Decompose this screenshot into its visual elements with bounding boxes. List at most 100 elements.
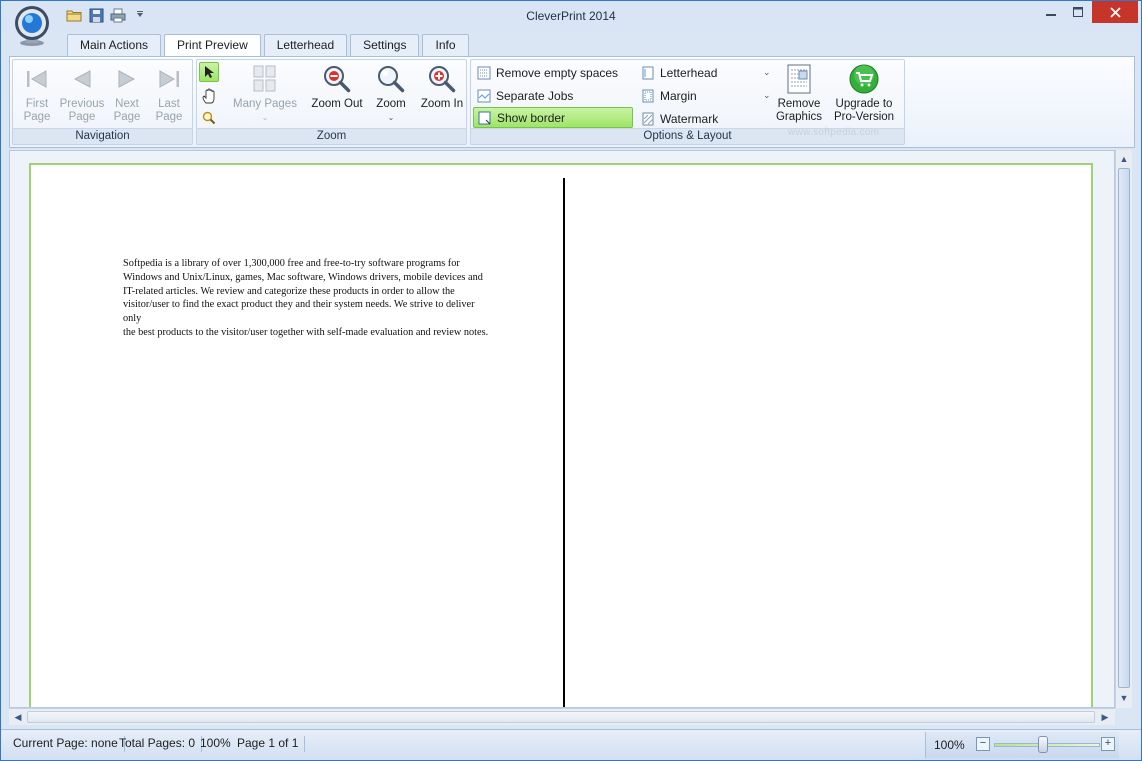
horizontal-scroll-thumb[interactable] [27, 711, 1095, 723]
hand-pan-icon[interactable] [200, 87, 218, 105]
zoom-group: Many Pages ⌄ Zoom Out Zoom ⌄ Zoom In Zoo… [196, 59, 467, 145]
status-zoom: 100% [200, 736, 231, 750]
upgrade-label-1: Upgrade to [835, 98, 893, 110]
horizontal-scrollbar[interactable]: ◀ ▶ [9, 708, 1115, 725]
document-line: visitor/user to find the exact product t… [123, 299, 475, 325]
tab-settings[interactable]: Settings [350, 34, 420, 56]
previous-page-label-1: Previous [59, 98, 105, 110]
zoom-in-label: Zoom In [420, 98, 464, 110]
zoom-plus-button[interactable]: + [1101, 737, 1115, 751]
last-page-button[interactable]: Last Page [149, 63, 189, 124]
remove-empty-spaces-icon [477, 66, 491, 79]
remove-empty-spaces-button[interactable]: Remove empty spaces [473, 62, 631, 83]
zoom-out-button[interactable]: Zoom Out [309, 63, 365, 111]
first-page-button[interactable]: First Page [17, 63, 57, 124]
zoom-chevron-down-icon: ⌄ [387, 113, 395, 122]
ribbon-tabs: Main Actions Print Preview Letterhead Se… [67, 34, 469, 57]
preview-page: Softpedia is a library of over 1,300,000… [29, 163, 1093, 707]
first-page-icon [17, 63, 57, 95]
zoom-slider-thumb[interactable] [1038, 736, 1048, 753]
zoom-out-icon [309, 63, 365, 95]
last-page-label-1: Last [158, 98, 180, 110]
letterhead-label: Letterhead [660, 65, 718, 80]
tab-letterhead[interactable]: Letterhead [263, 34, 348, 56]
document-line: the best products to the visitor/user to… [123, 326, 489, 338]
preview-area[interactable]: Softpedia is a library of over 1,300,000… [9, 150, 1115, 708]
document-line: Windows and Unix/Linux, games, Mac softw… [123, 271, 483, 283]
scroll-down-icon[interactable]: ▼ [1116, 690, 1132, 706]
magnifier-tool-icon[interactable] [200, 110, 218, 126]
vertical-scrollbar[interactable]: ▲ ▼ [1115, 150, 1132, 708]
minimize-button[interactable] [1037, 1, 1065, 23]
upgrade-pro-button[interactable]: Upgrade to Pro-Version [829, 63, 899, 124]
last-page-icon [149, 63, 189, 95]
shopping-cart-icon [829, 63, 899, 95]
scroll-right-icon[interactable]: ▶ [1097, 709, 1113, 725]
last-page-label-2: Page [155, 111, 183, 123]
show-border-icon [478, 111, 491, 124]
app-menu-button[interactable] [12, 5, 52, 47]
letterhead-icon [642, 66, 654, 79]
margin-label: Margin [660, 88, 697, 103]
upgrade-label-2: Pro-Version [833, 111, 895, 123]
remove-graphics-icon [775, 63, 823, 95]
remove-graphics-label-1: Remove [777, 98, 821, 110]
letterhead-dropdown[interactable]: Letterhead [637, 62, 775, 83]
zoom-minus-button[interactable]: − [976, 737, 990, 751]
title-bar: CleverPrint 2014 [1, 1, 1141, 32]
close-button[interactable] [1092, 1, 1138, 23]
navigation-group: First Page Previous Page Next Page Last Page [12, 59, 193, 145]
maximize-button[interactable] [1065, 1, 1091, 23]
watermark-icon [642, 112, 654, 125]
many-pages-button[interactable]: Many Pages ⌄ [227, 63, 303, 124]
status-total-pages: Total Pages: 0 [119, 736, 203, 752]
previous-page-icon [59, 63, 105, 95]
status-bar: Current Page: none Total Pages: 0 100% P… [1, 729, 1141, 760]
vertical-scroll-thumb[interactable] [1118, 168, 1130, 688]
navigation-group-label: Navigation [13, 128, 192, 144]
document-line: Softpedia is a library of over 1,300,000… [123, 258, 460, 269]
status-current-page: Current Page: none [13, 736, 125, 752]
remove-graphics-button[interactable]: Remove Graphics [775, 63, 823, 124]
status-page-of: Page 1 of 1 [237, 736, 306, 752]
scroll-up-icon[interactable]: ▲ [1116, 151, 1132, 167]
tab-print-preview[interactable]: Print Preview [164, 34, 261, 57]
separate-jobs-icon [477, 89, 491, 102]
zoom-group-label: Zoom [197, 128, 466, 144]
show-border-label: Show border [497, 110, 566, 125]
document-text: Softpedia is a library of over 1,300,000… [123, 257, 493, 340]
remove-empty-spaces-label: Remove empty spaces [496, 65, 619, 80]
document-line: IT-related articles. We review and categ… [123, 285, 455, 297]
zoom-label: Zoom [376, 98, 406, 110]
scroll-left-icon[interactable]: ◀ [10, 709, 26, 725]
next-page-icon [107, 63, 147, 95]
previous-page-label-2: Page [68, 111, 96, 123]
select-pointer-icon[interactable] [199, 62, 219, 82]
watermark-text: www.softpedia.com [788, 127, 880, 138]
margin-icon [642, 89, 654, 102]
separate-jobs-button[interactable]: Separate Jobs [473, 85, 631, 106]
watermark-label: Watermark [660, 111, 719, 126]
zoom-button[interactable]: Zoom ⌄ [369, 63, 413, 124]
first-page-label-1: First [25, 98, 49, 110]
zoom-in-button[interactable]: Zoom In [419, 63, 465, 111]
zoom-out-label: Zoom Out [311, 98, 363, 110]
zoom-icon [369, 63, 413, 95]
separate-jobs-label: Separate Jobs [496, 88, 574, 103]
previous-page-button[interactable]: Previous Page [59, 63, 105, 124]
zoom-in-icon [419, 63, 465, 95]
next-page-label-2: Page [113, 111, 141, 123]
next-page-button[interactable]: Next Page [107, 63, 147, 124]
zoom-percent-label: 100% [934, 738, 965, 752]
app-window: CleverPrint 2014 Main Actions Print Prev… [0, 0, 1142, 761]
margin-chevron-down-icon: ⌄ [763, 90, 771, 100]
zoom-control: 100% − + [925, 732, 1119, 758]
next-page-label-1: Next [115, 98, 139, 110]
many-pages-icon [227, 63, 303, 95]
show-border-button[interactable]: Show border [473, 107, 633, 128]
margin-dropdown[interactable]: Margin [637, 85, 775, 106]
watermark-button[interactable]: Watermark [637, 108, 775, 129]
tab-main-actions[interactable]: Main Actions [67, 34, 162, 56]
tab-info[interactable]: Info [422, 34, 469, 56]
first-page-label-2: Page [23, 111, 51, 123]
